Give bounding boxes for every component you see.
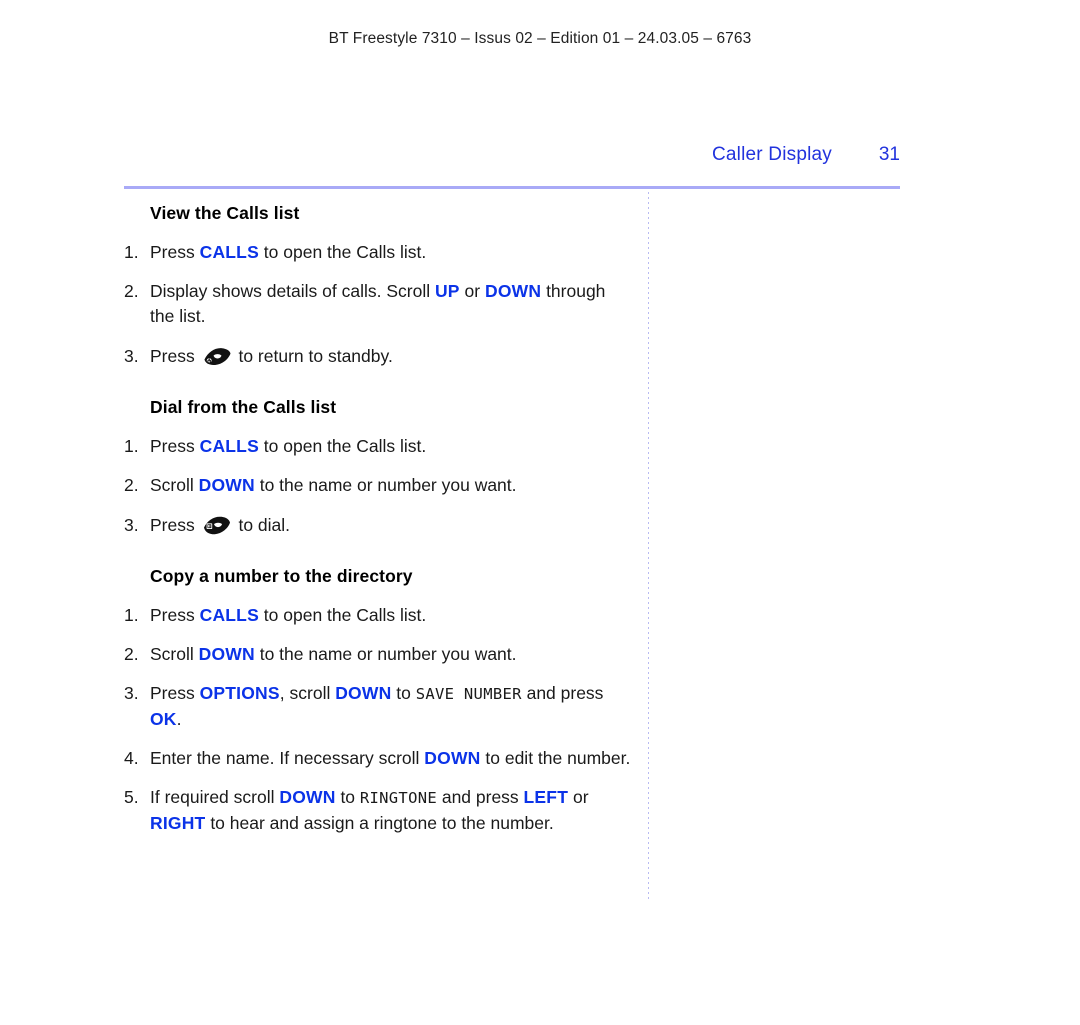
step-text: to open the Calls list. <box>258 604 427 625</box>
key-label: DOWN <box>424 748 481 768</box>
key-label: DOWN <box>335 683 392 704</box>
step-item: Press CALLS to open the Calls list. <box>124 240 634 266</box>
step-text: , scroll <box>279 683 336 704</box>
page-number: 31 <box>878 144 900 165</box>
step-text: Scroll <box>150 475 199 496</box>
step-text: Scroll <box>150 643 199 664</box>
key-label: DOWN <box>279 787 336 808</box>
step-text: . <box>176 708 182 729</box>
display-menu-text: SAVE NUMBER <box>415 685 522 704</box>
step-text: to open the Calls list. <box>258 435 427 456</box>
end-call-key-icon <box>202 346 232 367</box>
step-text: Display shows details of calls. Scroll <box>150 281 435 301</box>
step-text: If required scroll <box>150 787 280 808</box>
step-item: Scroll DOWN to the name or number you wa… <box>124 473 634 499</box>
body-column: View the Calls list Press CALLS to open t… <box>124 202 634 836</box>
step-item: Press OPTIONS, scroll DOWN to SAVE NUMBE… <box>124 681 634 732</box>
procedure-section: Dial from the Calls list Press CALLS to o… <box>124 396 634 538</box>
step-text: Press <box>150 345 200 366</box>
step-text: Press <box>150 241 200 262</box>
procedure-section: View the Calls list Press CALLS to open t… <box>124 202 634 370</box>
key-label: CALLS <box>199 604 259 625</box>
section-heading: View the Calls list <box>150 203 300 223</box>
step-text: to the name or number you want. <box>254 475 517 496</box>
step-list: Press CALLS to open the Calls list. Displ… <box>124 240 634 370</box>
step-item: Press CALLS to open the Calls list. <box>124 603 634 629</box>
step-text: Press <box>150 604 200 625</box>
section-heading: Copy a number to the directory <box>150 565 413 586</box>
step-text: or <box>459 281 485 301</box>
step-text: to hear and assign a ringtone to the num… <box>205 812 554 833</box>
step-text: Press <box>150 683 200 704</box>
step-item: Press to dial. <box>124 513 634 539</box>
key-label: DOWN <box>198 475 255 496</box>
step-item: If required scroll DOWN to RINGTONE and … <box>124 785 634 836</box>
step-item: Press CALLS to open the Calls list. <box>124 434 634 460</box>
step-text: to <box>391 683 416 704</box>
running-head: BT Freestyle 7310 – Issus 02 – Edition 0… <box>328 30 752 47</box>
step-list: Press CALLS to open the Calls list. Scrol… <box>124 434 634 539</box>
step-item: Enter the name. If necessary scroll DOWN… <box>124 746 634 772</box>
key-label: OPTIONS <box>199 683 280 704</box>
step-text: to return to standby. <box>233 345 393 366</box>
display-menu-text: RINGTONE <box>359 789 437 808</box>
key-label: DOWN <box>484 281 542 301</box>
step-text: to the name or number you want. <box>254 643 517 664</box>
procedure-section: Copy a number to the directory Press CALL… <box>124 565 634 836</box>
section-heading: Dial from the Calls list <box>150 397 337 418</box>
key-label: CALLS <box>199 241 259 262</box>
step-text: and press <box>436 787 524 808</box>
step-text: Press <box>150 514 200 535</box>
page-header: Caller Display 31 <box>124 144 900 166</box>
step-text: to edit the number. <box>480 748 631 768</box>
key-label: CALLS <box>199 435 259 456</box>
step-list: Press CALLS to open the Calls list. Scrol… <box>124 603 634 837</box>
step-text: and press <box>521 683 604 704</box>
key-label: UP <box>434 281 460 301</box>
step-item: Press to return to standby. <box>124 344 634 370</box>
step-text: to <box>335 787 360 808</box>
column-divider <box>648 192 649 900</box>
dial-key-icon <box>202 515 232 536</box>
step-text: Press <box>150 435 200 456</box>
step-text: to open the Calls list. <box>258 241 427 262</box>
key-label: RIGHT <box>150 812 206 833</box>
step-text: Enter the name. If necessary scroll <box>150 748 425 768</box>
step-item: Scroll DOWN to the name or number you wa… <box>124 642 634 668</box>
step-item: Display shows details of calls. Scroll U… <box>124 279 634 330</box>
chapter-title: Caller Display <box>711 144 832 165</box>
key-label: DOWN <box>198 643 255 664</box>
key-label: LEFT <box>523 787 569 808</box>
header-rule <box>124 186 900 189</box>
key-label: OK <box>150 708 177 729</box>
step-text: or <box>568 787 589 808</box>
step-text: to dial. <box>233 514 291 535</box>
